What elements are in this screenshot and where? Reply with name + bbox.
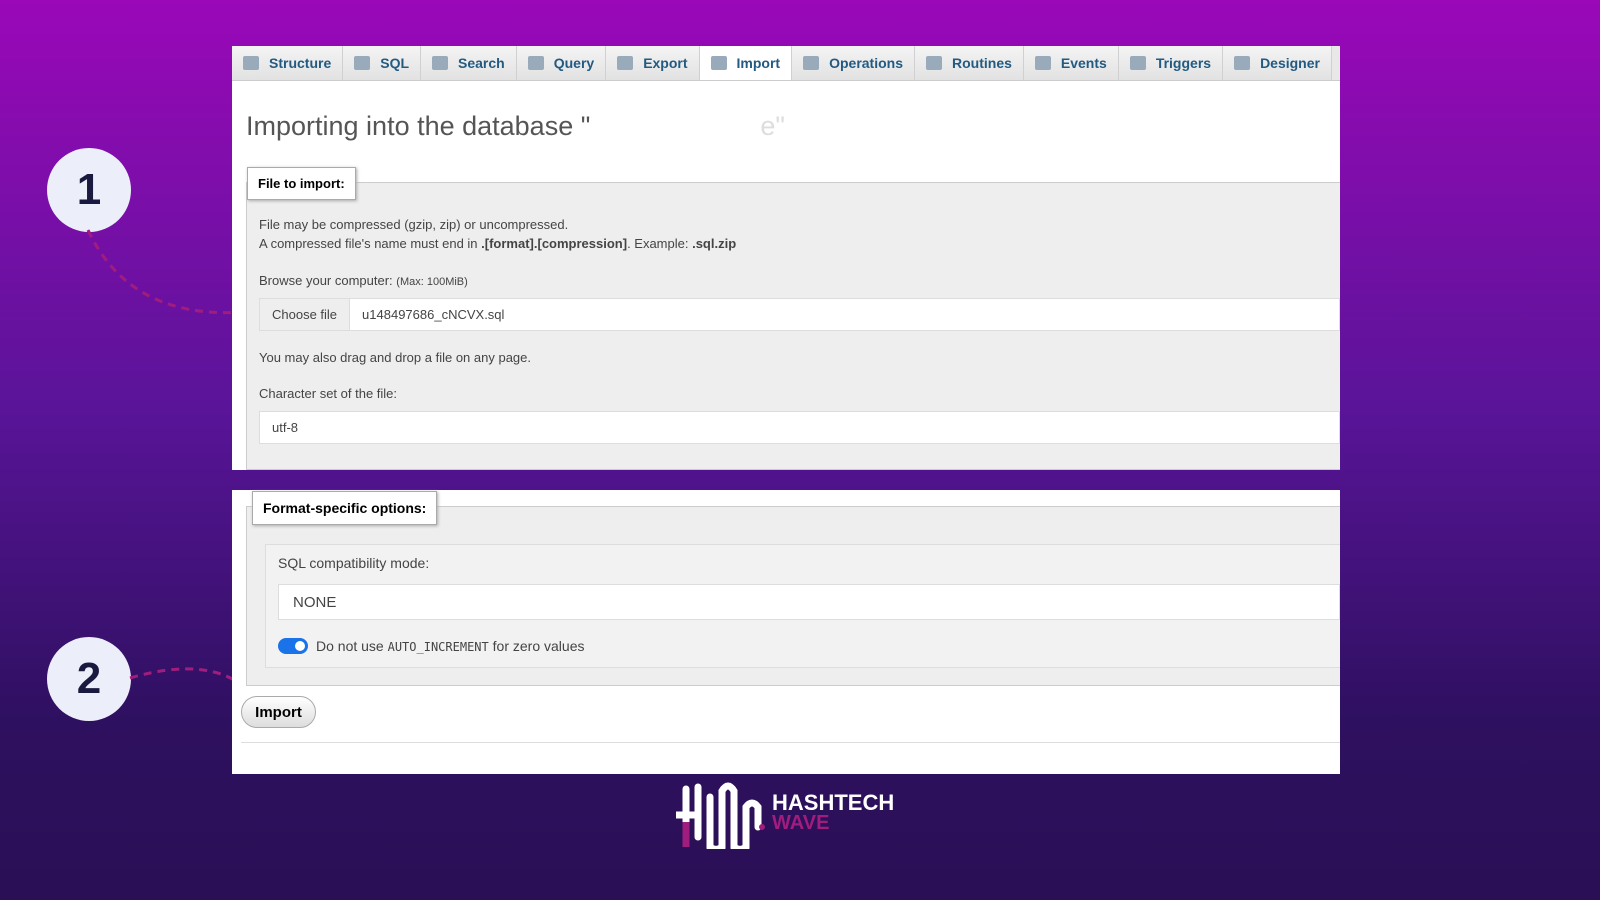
compat-label: SQL compatibility mode: bbox=[278, 555, 430, 571]
logo: HASHTECH WAVE bbox=[676, 777, 894, 849]
file-input[interactable]: Choose file u148497686_cNCVX.sql bbox=[259, 298, 1340, 331]
logo-wave-icon bbox=[676, 782, 765, 849]
tab-export[interactable]: Export bbox=[606, 46, 700, 80]
tab-label: Query bbox=[553, 55, 595, 71]
tab-designer[interactable]: Designer bbox=[1223, 46, 1332, 80]
format-legend: Format-specific options: bbox=[252, 491, 438, 525]
tab-import[interactable]: Import bbox=[699, 46, 793, 80]
file-to-import-fieldset: File to import: File may be compressed (… bbox=[246, 167, 1340, 470]
query-icon bbox=[527, 56, 544, 70]
designer-icon bbox=[1234, 56, 1251, 70]
tab-bar: Structure SQL Search Query Export Import Opera… bbox=[232, 46, 1340, 81]
routines-icon bbox=[926, 56, 942, 70]
tab-label: Events bbox=[1060, 55, 1107, 71]
import-icon bbox=[710, 56, 727, 70]
tab-operations[interactable]: Operations bbox=[792, 46, 915, 80]
charset-select[interactable]: utf-8 bbox=[259, 411, 1340, 444]
page-title: Importing into the database " e" bbox=[246, 111, 785, 141]
compression-example: A compressed file's name must end in .[f… bbox=[259, 236, 737, 251]
tab-label: Triggers bbox=[1155, 55, 1212, 71]
drag-drop-note: You may also drag and drop a file on any… bbox=[259, 350, 531, 365]
export-icon bbox=[617, 56, 634, 70]
search-icon bbox=[432, 56, 449, 70]
tab-label: Import bbox=[736, 55, 781, 71]
compat-select[interactable]: NONE bbox=[278, 584, 1340, 620]
tab-events[interactable]: Events bbox=[1023, 46, 1119, 80]
tab-sql[interactable]: SQL bbox=[343, 46, 422, 80]
triggers-icon bbox=[1129, 56, 1146, 70]
compression-note: File may be compressed (gzip, zip) or un… bbox=[259, 217, 569, 232]
import-button[interactable]: Import bbox=[241, 696, 316, 728]
tab-structure[interactable]: Structure bbox=[232, 46, 344, 80]
structure-icon bbox=[243, 56, 259, 70]
file-legend: File to import: bbox=[247, 167, 356, 200]
tab-label: Routines bbox=[952, 55, 1012, 71]
format-panel: Format-specific options: SQL compatibili… bbox=[232, 490, 1340, 774]
choose-file-button[interactable]: Choose file bbox=[260, 299, 351, 330]
selected-filename: u148497686_cNCVX.sql bbox=[362, 307, 505, 322]
browse-label: Browse your computer: (Max: 100MiB) bbox=[259, 273, 468, 288]
tab-label: Designer bbox=[1260, 55, 1320, 71]
clock-icon bbox=[1034, 56, 1051, 70]
sql-icon bbox=[354, 56, 371, 70]
tab-label: SQL bbox=[380, 55, 410, 71]
tab-triggers[interactable]: Triggers bbox=[1118, 46, 1224, 80]
auto-increment-toggle[interactable] bbox=[278, 638, 308, 654]
auto-increment-option: Do not use AUTO_INCREMENT for zero value… bbox=[278, 638, 584, 654]
tab-label: Structure bbox=[269, 55, 332, 71]
tab-label: Search bbox=[458, 55, 505, 71]
tab-search[interactable]: Search bbox=[421, 46, 517, 80]
tab-label: Export bbox=[643, 55, 688, 71]
format-options-fieldset: Format-specific options: SQL compatibili… bbox=[246, 491, 1340, 686]
charset-label: Character set of the file: bbox=[259, 386, 398, 401]
tab-label: Operations bbox=[829, 55, 903, 71]
tab-routines[interactable]: Routines bbox=[915, 46, 1024, 80]
wrench-icon bbox=[803, 56, 820, 70]
tab-query[interactable]: Query bbox=[516, 46, 607, 80]
import-panel: Structure SQL Search Query Export Import Opera… bbox=[232, 46, 1340, 470]
